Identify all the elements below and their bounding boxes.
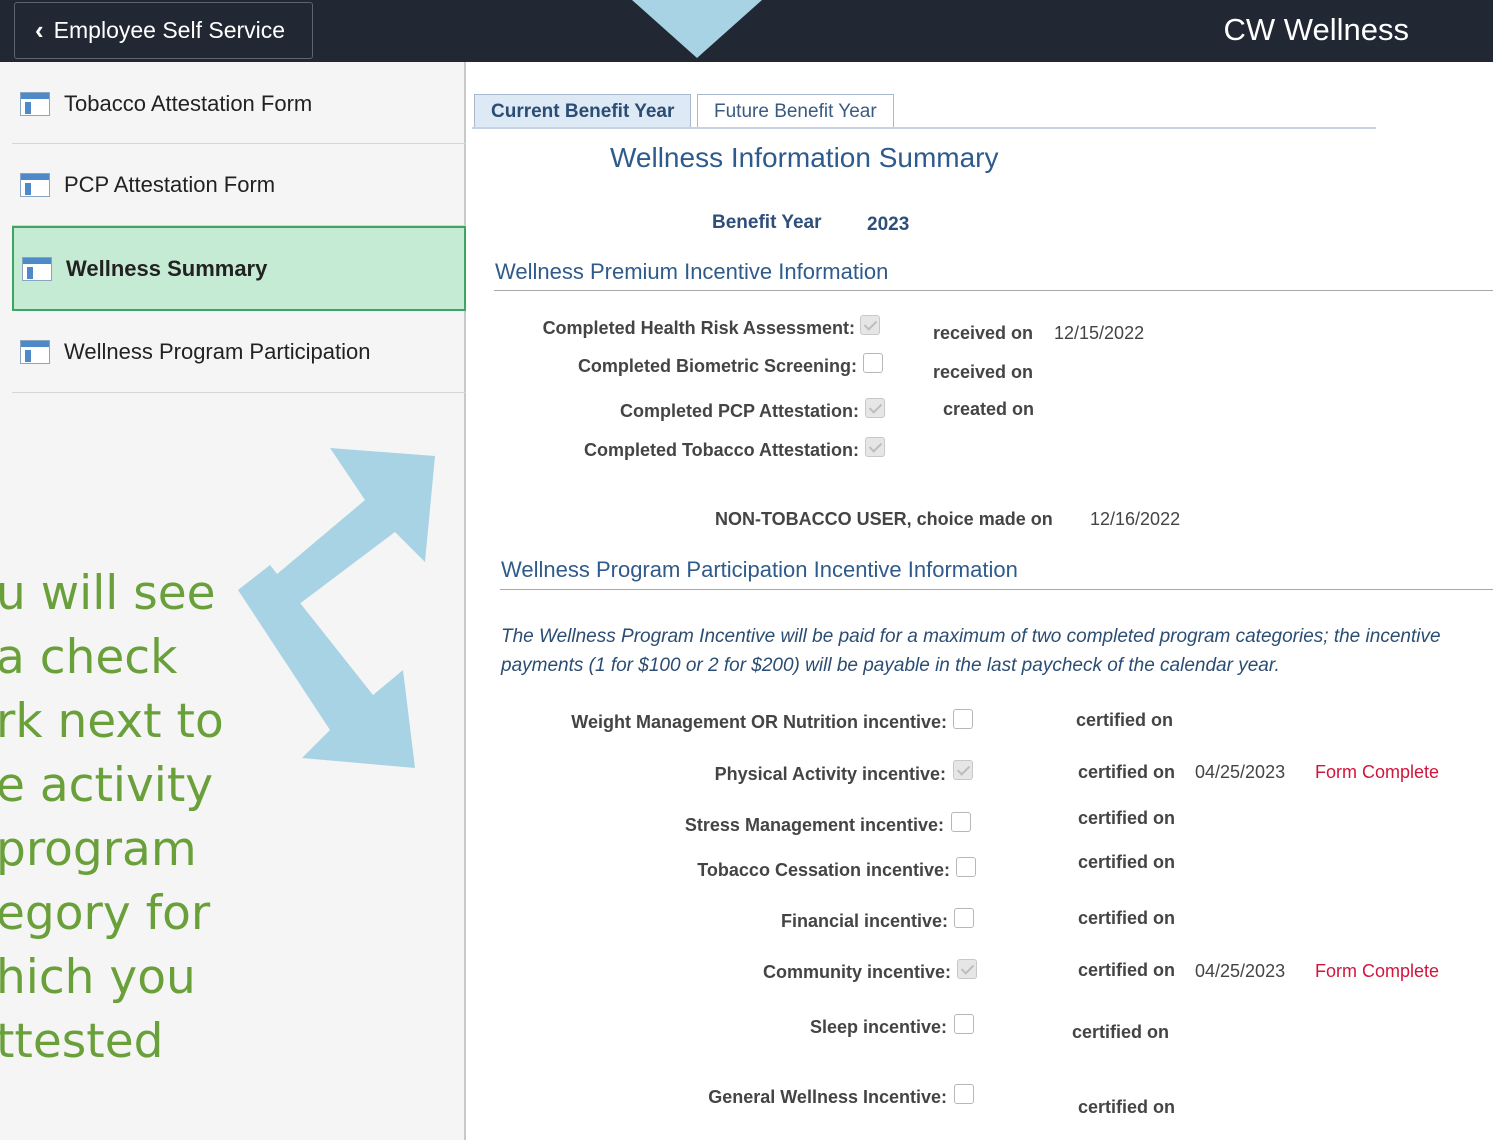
certified-on-label: certified on [1078,960,1176,980]
page-icon [20,91,50,116]
incentive-note: The Wellness Program Incentive will be p… [501,626,1441,676]
tab-future-benefit-year[interactable]: Future Benefit Year [697,94,894,128]
callout-line: program [0,822,197,877]
certified-on-label: certified on [1078,852,1176,872]
premium-row-label: Completed PCP Attestation: [619,401,859,421]
incentive-label: Sleep incentive: [809,1017,947,1037]
pcp-attestation-checkbox[interactable] [865,398,885,418]
incentive-label: Financial incentive: [780,911,948,931]
certified-on-label: certified on [1076,710,1174,730]
incentive-label: Physical Activity incentive: [714,764,946,784]
page-title: CW Wellness [1223,12,1409,47]
sidebar-item-wellness-summary[interactable]: Wellness Summary [12,226,466,311]
sidebar-item-tobacco-attestation[interactable]: Tobacco Attestation Form [12,64,466,144]
page-icon [20,172,50,197]
down-arrow-annotation-icon [632,0,762,58]
biometric-screening-checkbox[interactable] [863,353,883,373]
callout-line: rk next to [0,694,224,749]
premium-row-label: Completed Tobacco Attestation: [583,440,859,460]
participation-section-title: Wellness Program Participation Incentive… [501,557,1018,582]
received-on-date: 12/15/2022 [1054,323,1145,343]
tab-current-benefit-year[interactable]: Current Benefit Year [474,94,692,128]
general-wellness-checkbox[interactable] [954,1084,974,1104]
sidebar-item-label: Wellness Program Participation [64,338,371,364]
stress-management-checkbox[interactable] [951,812,971,832]
certified-on-label: certified on [1072,1022,1170,1042]
created-on-label: created on [943,399,1035,419]
incentive-label: Stress Management incentive: [684,815,944,835]
benefit-year-value: 2023 [867,214,910,235]
double-arrow-annotation-icon [238,448,435,768]
back-button-label: Employee Self Service [53,17,286,43]
callout-line: u will see [0,566,216,621]
physical-activity-checkbox[interactable] [953,760,973,780]
certified-on-label: certified on [1078,762,1176,782]
section-divider [500,589,1493,590]
community-checkbox[interactable] [957,959,977,979]
callout-line: a check [0,630,178,685]
benefit-year-label: Benefit Year [712,212,822,233]
certified-on-date: 04/25/2023 [1195,961,1286,981]
certified-on-label: certified on [1078,1097,1176,1117]
tobacco-attestation-checkbox[interactable] [865,437,885,457]
sidebar-item-pcp-attestation[interactable]: PCP Attestation Form [12,144,466,226]
received-on-label: received on [933,362,1034,382]
page-icon [20,339,50,364]
sidebar-item-label: Tobacco Attestation Form [64,90,313,116]
form-complete-link[interactable]: Form Complete [1315,961,1439,982]
premium-section-title: Wellness Premium Incentive Information [495,259,889,284]
back-button[interactable]: ‹ Employee Self Service [14,2,313,59]
tobacco-status-label: NON-TOBACCO USER, choice made on [715,509,1053,529]
sidebar-item-label: PCP Attestation Form [64,171,276,197]
callout-line: ttested [0,1014,164,1069]
callout-line: egory for [0,886,211,941]
premium-row-label: Completed Health Risk Assessment: [542,318,855,338]
sleep-checkbox[interactable] [954,1014,974,1034]
callout-annotation-text: u will see a check rk next to e activity… [0,562,246,1074]
incentive-label: Community incentive: [762,962,951,982]
financial-checkbox[interactable] [954,908,974,928]
section-divider [494,290,1493,291]
callout-line: hich you [0,950,196,1005]
summary-title: Wellness Information Summary [610,142,999,173]
page-icon [22,256,52,281]
certified-on-label: certified on [1078,908,1176,928]
form-complete-link[interactable]: Form Complete [1315,762,1439,783]
certified-on-date: 04/25/2023 [1195,762,1286,782]
premium-row-label: Completed Biometric Screening: [577,356,857,376]
incentive-label: Tobacco Cessation incentive: [697,860,950,880]
received-on-label: received on [933,323,1034,343]
callout-line: e activity [0,758,214,813]
sidebar-item-label: Wellness Summary [66,255,268,281]
incentive-label: General Wellness Incentive: [708,1087,947,1107]
tobacco-cessation-checkbox[interactable] [956,857,976,877]
chevron-left-icon: ‹ [35,15,44,45]
tobacco-status-date: 12/16/2022 [1090,509,1181,529]
tab-divider [472,127,1376,129]
incentive-label: Weight Management OR Nutrition incentive… [571,712,947,732]
health-risk-assessment-checkbox[interactable] [860,315,880,335]
weight-management-checkbox[interactable] [953,709,973,729]
sidebar-item-wellness-program-participation[interactable]: Wellness Program Participation [12,311,466,393]
certified-on-label: certified on [1078,808,1176,828]
